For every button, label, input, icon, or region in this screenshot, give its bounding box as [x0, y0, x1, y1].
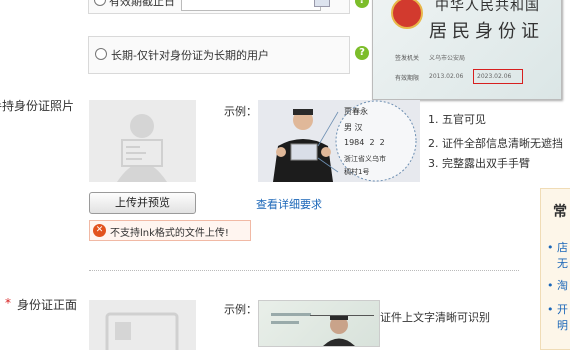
front-photo-example-image [258, 300, 380, 347]
hand-photo-section-label: 手持身份证照片 [0, 99, 75, 113]
view-detail-requirements-link[interactable]: 查看详细要求 [256, 196, 322, 212]
long-term-option[interactable]: 长期-仅针对身份证为长期的用户 [88, 36, 350, 74]
front-photo-annotation: 证件上文字清晰可识别 [380, 311, 490, 324]
example-card-address2: 稠村1号 [344, 168, 370, 176]
validity-end: 2023.02.06 [477, 73, 512, 80]
issuer-label: 签发机关 [395, 55, 420, 62]
front-photo-section-label: 身份证正面 [17, 298, 78, 312]
card-country-text: 中华人民共和国 [435, 0, 540, 14]
faq-bullet: • [547, 303, 554, 316]
calendar-icon[interactable] [314, 0, 330, 7]
upload-error-message: ✕ 不支持lnk格式的文件上传! [89, 220, 251, 241]
person-card-icon [117, 114, 167, 182]
faq-item-3[interactable]: • 开 [547, 301, 568, 317]
faq-item-2[interactable]: • 淘 [547, 277, 568, 293]
faq-item-2-text: 淘 [557, 279, 568, 292]
faq-item-3-text: 开 [557, 303, 568, 316]
hand-photo-example-image: 贾春永 男 汉 1984 2 2 浙江省义乌市 稠村1号 [258, 100, 420, 182]
front-photo-upload-placeholder[interactable] [89, 300, 196, 353]
faq-item-1-text: 店 [557, 241, 568, 254]
annotation-line [310, 315, 374, 316]
expiry-date-radio[interactable] [94, 0, 106, 6]
faq-item-1-cont[interactable]: 无 [557, 255, 568, 271]
hand-photo-tip-3: 3. 完整露出双手手臂 [428, 157, 530, 170]
front-photo-example-label: 示例： [224, 303, 257, 316]
faq-side-panel: 常 • 店 无 • 淘 • 开 明 [540, 188, 570, 350]
expiry-date-label: 有效期截止日 [109, 0, 175, 8]
id-card-icon [105, 312, 179, 353]
faq-item-3-cont[interactable]: 明 [557, 317, 568, 333]
issuer-value: 义乌市公安局 [429, 55, 466, 62]
expiry-date-option[interactable]: 有效期截止日 [88, 0, 350, 14]
error-x-icon: ✕ [93, 224, 106, 237]
faq-bullet: • [547, 241, 554, 254]
id-card-front-illustration [271, 313, 355, 346]
validity-start: 2013.02.06 [429, 73, 464, 80]
card-title-text: 居民身份证 [429, 21, 544, 42]
upload-preview-button[interactable]: 上传并预览 [89, 192, 196, 214]
faq-heading: 常 [553, 204, 567, 220]
hand-photo-example-label: 示例： [224, 105, 257, 118]
hand-photo-tip-1: 1. 五官可见 [428, 113, 486, 126]
long-term-label: 长期-仅针对身份证为长期的用户 [111, 49, 269, 62]
long-term-help-icon[interactable]: ? [355, 46, 369, 60]
required-mark: * [5, 296, 11, 310]
national-emblem [391, 0, 423, 29]
example-card-gender: 男 汉 [344, 123, 363, 132]
hand-photo-tip-2: 2. 证件全部信息清晰无遮挡 [428, 137, 563, 150]
long-term-radio[interactable] [95, 48, 107, 60]
expiry-help-icon[interactable]: ? [355, 0, 369, 8]
example-card-name: 贾春永 [344, 107, 368, 116]
faq-bullet: • [547, 279, 554, 292]
example-card-address1: 浙江省义乌市 [344, 155, 386, 163]
person-holding-card-illustration [258, 100, 420, 182]
expiry-date-input[interactable] [181, 0, 321, 11]
hand-photo-upload-placeholder[interactable] [89, 100, 196, 182]
validity-label: 有效期限 [395, 75, 420, 82]
faq-item-1[interactable]: • 店 [547, 239, 568, 255]
id-card-back-example: 中华人民共和国 居民身份证 签发机关 义乌市公安局 有效期限 2013.02.0… [372, 0, 562, 100]
section-divider [89, 270, 519, 271]
error-text: 不支持lnk格式的文件上传! [110, 228, 229, 239]
example-card-birth: 1984 2 2 [344, 138, 385, 147]
